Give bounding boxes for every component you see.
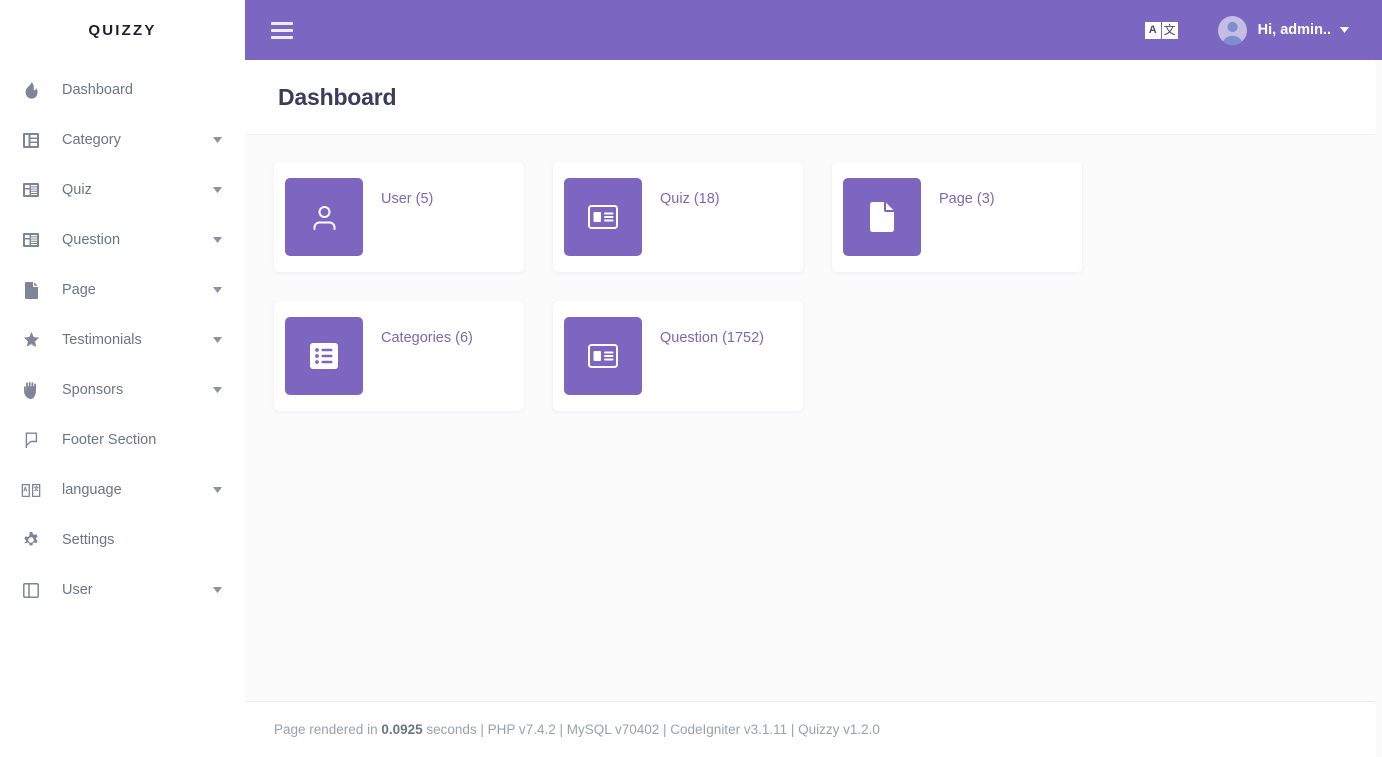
flame-icon [20,81,42,99]
stat-card-question[interactable]: Question (1752) [553,301,803,411]
gear-icon [20,532,42,548]
brand-name: QUIZZY [88,21,157,39]
hand-icon [20,381,42,399]
sidebar: QUIZZY Dashboard Category Quiz Question … [0,0,245,757]
sidebar-item-label: User [62,582,93,598]
stat-card-label: Quiz (18) [660,191,720,207]
file-icon [843,178,921,256]
user-icon [285,178,363,256]
sidebar-item-label: Sponsors [62,382,124,398]
chevron-down-icon[interactable] [211,587,223,593]
stat-card-user[interactable]: User (5) [274,162,524,272]
sidebar-item-question[interactable]: Question [0,215,245,265]
hamburger-bar [271,35,293,39]
footer-prefix: Page rendered in [274,722,382,737]
stat-card-label: Categories (6) [381,330,473,346]
sidebar-item-label: Category [62,132,121,148]
translate-icon [20,483,42,497]
translate-icon[interactable]: A 文 [1144,21,1178,39]
admin-dashboard-page: QUIZZY Dashboard Category Quiz Question … [0,0,1382,757]
sidebar-item-label: language [62,482,122,498]
sidebar-item-language[interactable]: language [0,465,245,515]
chevron-down-icon[interactable] [211,187,223,193]
chevron-down-icon[interactable] [211,337,223,343]
chevron-down-icon[interactable] [1340,27,1349,33]
content-area: User (5) Quiz (18) Page (3) Categories (… [245,135,1382,701]
avatar [1217,15,1247,45]
file-icon [20,281,42,299]
chevron-down-icon[interactable] [211,137,223,143]
table-list-icon [564,317,642,395]
chevron-down-icon[interactable] [211,287,223,293]
brand-logo[interactable]: QUIZZY [0,0,245,60]
sidebar-item-page[interactable]: Page [0,265,245,315]
sidebar-item-dashboard[interactable]: Dashboard [0,65,245,115]
sidebar-item-category[interactable]: Category [0,115,245,165]
footer: Page rendered in 0.0925 seconds | PHP v7… [245,701,1377,757]
list-ul-icon [285,317,363,395]
stat-card-label: User (5) [381,191,434,207]
columns-icon [20,582,42,598]
stat-card-grid: User (5) Quiz (18) Page (3) Categories (… [274,162,1339,411]
translate-latin-glyph: A [1144,21,1161,39]
table-list-icon [20,233,42,247]
sidebar-item-label: Question [62,232,121,248]
main-column: A 文 Hi, admin.. Dashboard User (5) Quiz … [245,0,1382,757]
sidebar-item-sponsors[interactable]: Sponsors [0,365,245,415]
hamburger-bar [271,28,293,32]
sidebar-item-testimonials[interactable]: Testimonials [0,315,245,365]
right-edge-strip [1375,0,1382,757]
sidebar-item-label: Footer Section [62,432,157,448]
table-list-icon [564,178,642,256]
sidebar-item-label: Settings [62,532,115,548]
star-half-icon [20,332,42,348]
hamburger-icon[interactable] [271,19,295,41]
sidebar-item-label: Testimonials [62,332,142,348]
stat-card-quiz[interactable]: Quiz (18) [553,162,803,272]
stat-card-categories[interactable]: Categories (6) [274,301,524,411]
sidebar-item-user[interactable]: User [0,565,245,615]
user-menu[interactable]: Hi, admin.. [1217,15,1349,45]
chevron-down-icon[interactable] [211,387,223,393]
sidebar-item-settings[interactable]: Settings [0,515,245,565]
stat-card-label: Question (1752) [660,330,764,346]
page-header: Dashboard [245,60,1377,135]
hamburger-bar [271,21,293,25]
page-title: Dashboard [278,83,397,110]
footer-suffix: seconds | PHP v7.4.2 | MySQL v70402 | Co… [422,722,880,737]
user-greeting: Hi, admin.. [1257,22,1331,38]
translate-cjk-glyph: 文 [1161,21,1178,39]
sidebar-item-label: Dashboard [62,82,133,98]
sidebar-item-label: Quiz [62,182,92,198]
footer-text: Page rendered in 0.0925 seconds | PHP v7… [274,722,880,737]
flag-icon [20,432,42,449]
sidebar-item-quiz[interactable]: Quiz [0,165,245,215]
sidebar-nav: Dashboard Category Quiz Question Page Te… [0,60,245,615]
chevron-down-icon[interactable] [211,237,223,243]
table-list-icon [20,183,42,197]
right-edge-topbar-cap [1375,0,1382,60]
stat-card-label: Page (3) [939,191,995,207]
chevron-down-icon[interactable] [211,487,223,493]
stat-card-page[interactable]: Page (3) [832,162,1082,272]
topbar: A 文 Hi, admin.. [245,0,1377,60]
sidebar-item-footer-section[interactable]: Footer Section [0,415,245,465]
footer-render-time: 0.0925 [381,722,423,737]
sidebar-item-label: Page [62,282,96,298]
table-columns-icon [20,132,42,148]
